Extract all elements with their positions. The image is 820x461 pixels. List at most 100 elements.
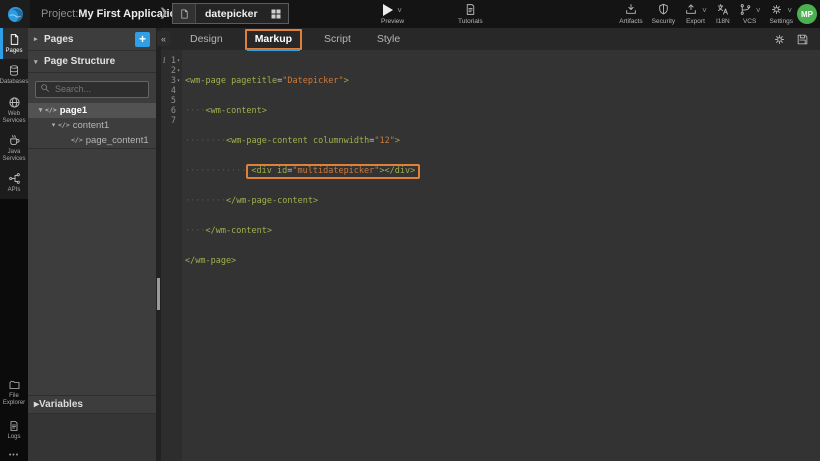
logs-nav-label: Logs	[7, 434, 20, 441]
artifacts-button[interactable]: Artifacts	[619, 3, 642, 25]
code-line-7: </wm-page>	[185, 256, 420, 266]
tab-design[interactable]: Design	[177, 28, 236, 50]
settings-chevron-icon[interactable]: ˅	[787, 6, 792, 16]
code-line-1: <wm-page pagetitle="Datepicker">	[185, 76, 420, 86]
tutorials-label: Tutorials	[458, 18, 483, 25]
vcs-label: VCS	[743, 18, 756, 25]
structure-collapse-arrow-icon[interactable]: ▾	[34, 58, 44, 66]
fold-arrow-icon[interactable]: ▾	[176, 66, 181, 76]
code-line-5: ········</wm-page-content>	[185, 196, 420, 206]
wavemaker-logo-icon	[6, 5, 25, 24]
panel-divider[interactable]	[156, 28, 161, 461]
search-icon	[40, 83, 50, 93]
gutter-line: 3 ▾	[161, 76, 182, 86]
line-number: 5	[171, 96, 176, 106]
gutter-line: 6	[161, 106, 182, 116]
globe-icon	[8, 96, 21, 109]
export-button[interactable]: ˅ Export	[684, 3, 707, 25]
sidebar-item-databases[interactable]: Databases	[0, 59, 28, 91]
open-page-tab[interactable]: datepicker	[172, 3, 289, 24]
pages-icon	[8, 33, 21, 46]
export-chevron-icon[interactable]: ˅	[702, 6, 707, 16]
pages-section-header[interactable]: ▸ Pages +	[28, 28, 156, 51]
code-tag-icon: </>	[71, 136, 83, 144]
sidebar-item-pages[interactable]: Pages	[0, 28, 28, 59]
database-icon	[8, 64, 20, 77]
pages-collapse-arrow-icon[interactable]: ▸	[34, 35, 44, 43]
preview-button[interactable]: ˅ Preview	[381, 3, 404, 25]
gutter-line: 7	[161, 116, 182, 126]
translate-icon	[716, 3, 730, 16]
editor-tab-bar: Design Markup Script Style	[161, 28, 820, 50]
sidebar-item-logs[interactable]: Logs	[0, 413, 28, 447]
info-icon: i	[163, 56, 166, 66]
line-number: 4	[171, 86, 176, 96]
tree-arrow-icon[interactable]: ▾	[36, 106, 45, 114]
page-structure-header[interactable]: ▾ Page Structure	[28, 51, 156, 73]
tutorials-doc-icon	[464, 3, 477, 16]
nav-bottom-group: File Explorer Logs •••	[0, 373, 28, 461]
logs-doc-icon	[8, 420, 20, 432]
code-line-4: ············<div id="multidatepicker"></…	[185, 166, 420, 176]
variables-section-header[interactable]: ▸ Variables	[28, 395, 156, 414]
highlighted-code-annotation-box: <div id="multidatepicker"></div>	[246, 164, 420, 179]
databases-nav-label: Databases	[0, 79, 28, 86]
panel-scrollbar-thumb[interactable]	[157, 278, 160, 310]
settings-button[interactable]: ˅ Settings	[770, 3, 794, 25]
tutorials-button[interactable]: Tutorials	[458, 3, 483, 25]
fold-arrow-icon[interactable]: ▾	[176, 56, 181, 66]
tab-style[interactable]: Style	[364, 28, 413, 50]
save-icon[interactable]	[796, 33, 809, 46]
markup-settings-gear-icon[interactable]	[773, 33, 786, 46]
preview-label: Preview	[381, 18, 404, 25]
main-area: Design Markup Script Style i 1	[161, 28, 820, 461]
vcs-chevron-icon[interactable]: ˅	[756, 6, 761, 16]
markup-code-editor[interactable]: i 1 ▾ 2 ▾ 3 ▾ 4 5 6	[161, 50, 820, 461]
artifacts-label: Artifacts	[619, 18, 642, 25]
i18n-label: I18N	[716, 18, 730, 25]
export-label: Export	[686, 18, 705, 25]
code-content[interactable]: <wm-page pagetitle="Datepicker"> ····<wm…	[182, 50, 420, 461]
tree-item-content1[interactable]: ▾ </> content1	[28, 118, 156, 133]
topbar-actions: Artifacts Security ˅ Export	[619, 3, 793, 25]
project-label: Project:	[41, 8, 78, 20]
wavemaker-studio: Project:My First Application ❯ datepicke…	[0, 0, 820, 461]
open-page-name: datepicker	[196, 8, 270, 20]
i18n-button[interactable]: I18N	[716, 3, 730, 25]
structure-search	[28, 73, 156, 103]
breadcrumb-chevron-icon: ❯	[159, 0, 168, 28]
page-file-icon	[173, 4, 196, 23]
tree-item-page1[interactable]: ▾ </> page1	[28, 103, 156, 118]
download-tray-icon	[624, 3, 638, 16]
user-avatar[interactable]: MP	[797, 4, 817, 24]
vcs-button[interactable]: ˅ VCS	[739, 3, 761, 25]
widgets-grid-icon[interactable]	[270, 8, 282, 20]
pages-section-title: Pages	[44, 34, 73, 45]
add-page-button[interactable]: +	[135, 32, 150, 47]
collapse-panel-button[interactable]: «	[157, 31, 170, 46]
upload-tray-icon	[684, 3, 698, 16]
tree-arrow-icon[interactable]: ▾	[49, 121, 58, 129]
preview-chevron-icon[interactable]: ˅	[397, 6, 402, 16]
panel-footer-area	[28, 414, 156, 461]
tab-script[interactable]: Script	[311, 28, 364, 50]
search-input[interactable]	[35, 81, 149, 98]
web-services-nav-label: Web Services	[3, 111, 26, 125]
left-nav-strip: Pages Databases Web Services	[0, 28, 28, 461]
sidebar-item-java-services[interactable]: Java Services	[0, 129, 28, 167]
tab-markup[interactable]: Markup	[247, 31, 300, 47]
gutter-line: 4	[161, 86, 182, 96]
code-tag-icon: </>	[58, 121, 70, 129]
tree-item-label: content1	[73, 120, 109, 131]
branch-icon	[739, 3, 752, 16]
sidebar-item-apis[interactable]: APIs	[0, 167, 28, 199]
app-logo[interactable]	[0, 0, 30, 28]
sidebar-item-file-explorer[interactable]: File Explorer	[0, 373, 28, 413]
security-button[interactable]: Security	[652, 3, 675, 25]
shield-icon	[657, 3, 670, 16]
more-options-icon[interactable]: •••	[0, 452, 28, 459]
fold-arrow-icon[interactable]: ▾	[176, 76, 181, 86]
security-label: Security	[652, 18, 675, 25]
sidebar-item-web-services[interactable]: Web Services	[0, 91, 28, 129]
tree-item-page-content1[interactable]: </> page_content1	[28, 133, 156, 149]
